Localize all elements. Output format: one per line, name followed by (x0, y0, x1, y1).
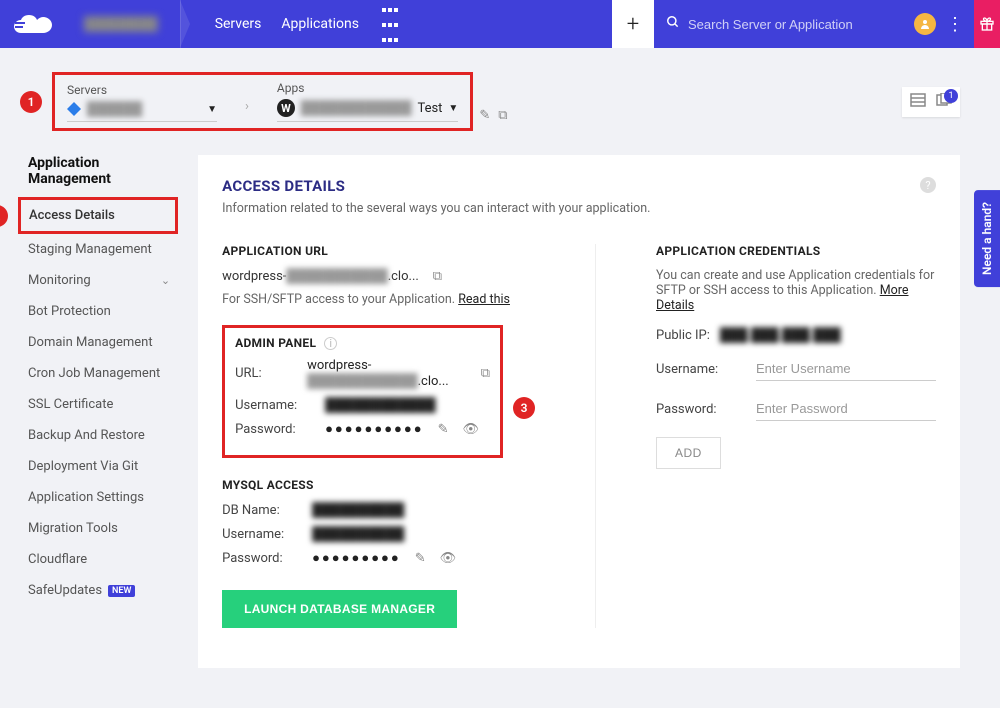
app-name: Test (417, 101, 442, 116)
search-input[interactable] (688, 17, 902, 32)
mysql-heading: MYSQL ACCESS (222, 478, 535, 492)
admin-panel-section: ADMIN PANEL i URL: wordpress-███████████… (222, 325, 503, 458)
server-dropdown[interactable]: Servers ██████ ▼ (67, 83, 217, 122)
sidebar-item-backup[interactable]: Backup And Restore (20, 420, 178, 451)
sidebar-item-bot-protection[interactable]: Bot Protection (20, 296, 178, 327)
callout-3: 3 (513, 397, 535, 419)
callout-1: 1 (20, 91, 42, 113)
card-view-icon[interactable]: 1 (936, 93, 952, 111)
server-name: ██████ (87, 101, 142, 117)
app-dropdown[interactable]: Apps W ████████████ Test ▼ (277, 81, 458, 122)
credentials-heading: APPLICATION CREDENTIALS (656, 244, 936, 258)
db-name-value: ██████████ (312, 502, 404, 518)
eye-icon[interactable]: 👁 (440, 551, 457, 566)
sidebar-item-domain[interactable]: Domain Management (20, 327, 178, 358)
help-icon[interactable]: ? (920, 177, 936, 193)
wordpress-icon: W (277, 99, 295, 117)
public-ip-value: ███.███.███.███ (720, 327, 841, 343)
apps-label: Apps (277, 81, 458, 95)
open-link-icon[interactable]: ⧉ (433, 269, 442, 284)
view-toggle: 1 (902, 87, 960, 117)
sidebar-item-access-details[interactable]: Access Details (18, 197, 178, 234)
sidebar-title: Application Management (20, 155, 178, 187)
chevron-down-icon: ▼ (448, 103, 458, 114)
chevron-right-icon: › (245, 99, 249, 122)
list-view-icon[interactable] (910, 93, 926, 111)
sidebar-item-monitoring[interactable]: Monitoring ⌄ (20, 265, 178, 296)
apps-grid-icon[interactable] (381, 2, 399, 47)
main-panel: ? ACCESS DETAILS Information related to … (198, 155, 960, 668)
credential-password-input[interactable] (756, 397, 936, 421)
sidebar-item-app-settings[interactable]: Application Settings (20, 482, 178, 513)
add-credential-button[interactable]: ADD (656, 437, 721, 469)
open-link-icon[interactable]: ⧉ (481, 366, 490, 381)
sidebar-item-migration[interactable]: Migration Tools (20, 513, 178, 544)
breadcrumb-row: 1 Servers ██████ ▼ › Apps W ████████████… (0, 48, 1000, 155)
need-a-hand-tab[interactable]: Need a hand? (974, 190, 1000, 287)
admin-panel-heading: ADMIN PANEL (235, 336, 316, 350)
credential-username-input[interactable] (756, 357, 936, 381)
nav-servers[interactable]: Servers (215, 16, 262, 32)
sidebar-item-safeupdates[interactable]: SafeUpdates NEW (20, 575, 178, 606)
sidebar-item-ssl[interactable]: SSL Certificate (20, 389, 178, 420)
add-button[interactable]: + (612, 0, 654, 48)
left-column: APPLICATION URL wordpress-███████████.cl… (222, 244, 535, 628)
chevron-down-icon: ⌄ (161, 274, 170, 287)
server-provider-icon (67, 102, 81, 116)
app-url-heading: APPLICATION URL (222, 244, 535, 258)
open-link-icon[interactable]: ⧉ (498, 108, 507, 123)
app-url-note: For SSH/SFTP access to your Application.… (222, 292, 535, 307)
eye-icon[interactable]: 👁 (463, 422, 480, 437)
app-url-value: wordpress-███████████.clo... (222, 268, 419, 284)
sidebar-item-git[interactable]: Deployment Via Git (20, 451, 178, 482)
callout-2: 2 (0, 205, 8, 227)
page-title: ACCESS DETAILS (222, 177, 936, 195)
admin-password: ●●●●●●●●●● (325, 421, 424, 437)
db-password-value: ●●●●●●●●● (312, 550, 401, 566)
nav-applications[interactable]: Applications (281, 16, 359, 32)
page-subtitle: Information related to the several ways … (222, 201, 936, 216)
sidebar-item-staging[interactable]: Staging Management (20, 234, 178, 265)
admin-url-value: wordpress-████████████.clo... (307, 358, 467, 389)
search-bar (654, 15, 914, 33)
user-avatar[interactable] (914, 13, 936, 35)
more-menu-icon[interactable]: ⋮ (946, 14, 964, 35)
edit-icon[interactable]: ✎ (479, 108, 490, 123)
gift-icon[interactable] (974, 0, 1000, 48)
edit-icon[interactable]: ✎ (438, 422, 449, 437)
db-username-value: ██████████ (312, 526, 404, 542)
sidebar: Application Management 2 Access Details … (20, 155, 178, 606)
card-view-badge: 1 (944, 89, 958, 103)
new-badge: NEW (108, 585, 135, 597)
admin-username: ████████████ (325, 397, 436, 413)
divider (595, 244, 596, 628)
sidebar-item-cloudflare[interactable]: Cloudflare (20, 544, 178, 575)
logo[interactable] (0, 0, 68, 48)
breadcrumb-project[interactable]: ████████ (68, 0, 181, 48)
credentials-description: You can create and use Application crede… (656, 268, 936, 313)
right-column: APPLICATION CREDENTIALS You can create a… (656, 244, 936, 628)
sidebar-item-cron[interactable]: Cron Job Management (20, 358, 178, 389)
chevron-down-icon: ▼ (207, 104, 217, 115)
server-label: Servers (67, 83, 217, 97)
launch-database-button[interactable]: LAUNCH DATABASE MANAGER (222, 590, 457, 628)
breadcrumb-box: Servers ██████ ▼ › Apps W ████████████ T… (52, 72, 473, 131)
read-this-link[interactable]: Read this (458, 292, 510, 307)
info-icon[interactable]: i (324, 337, 337, 350)
top-navigation: ████████ Servers Applications + ⋮ (0, 0, 1000, 48)
search-icon (666, 15, 680, 33)
edit-icon[interactable]: ✎ (415, 551, 426, 566)
